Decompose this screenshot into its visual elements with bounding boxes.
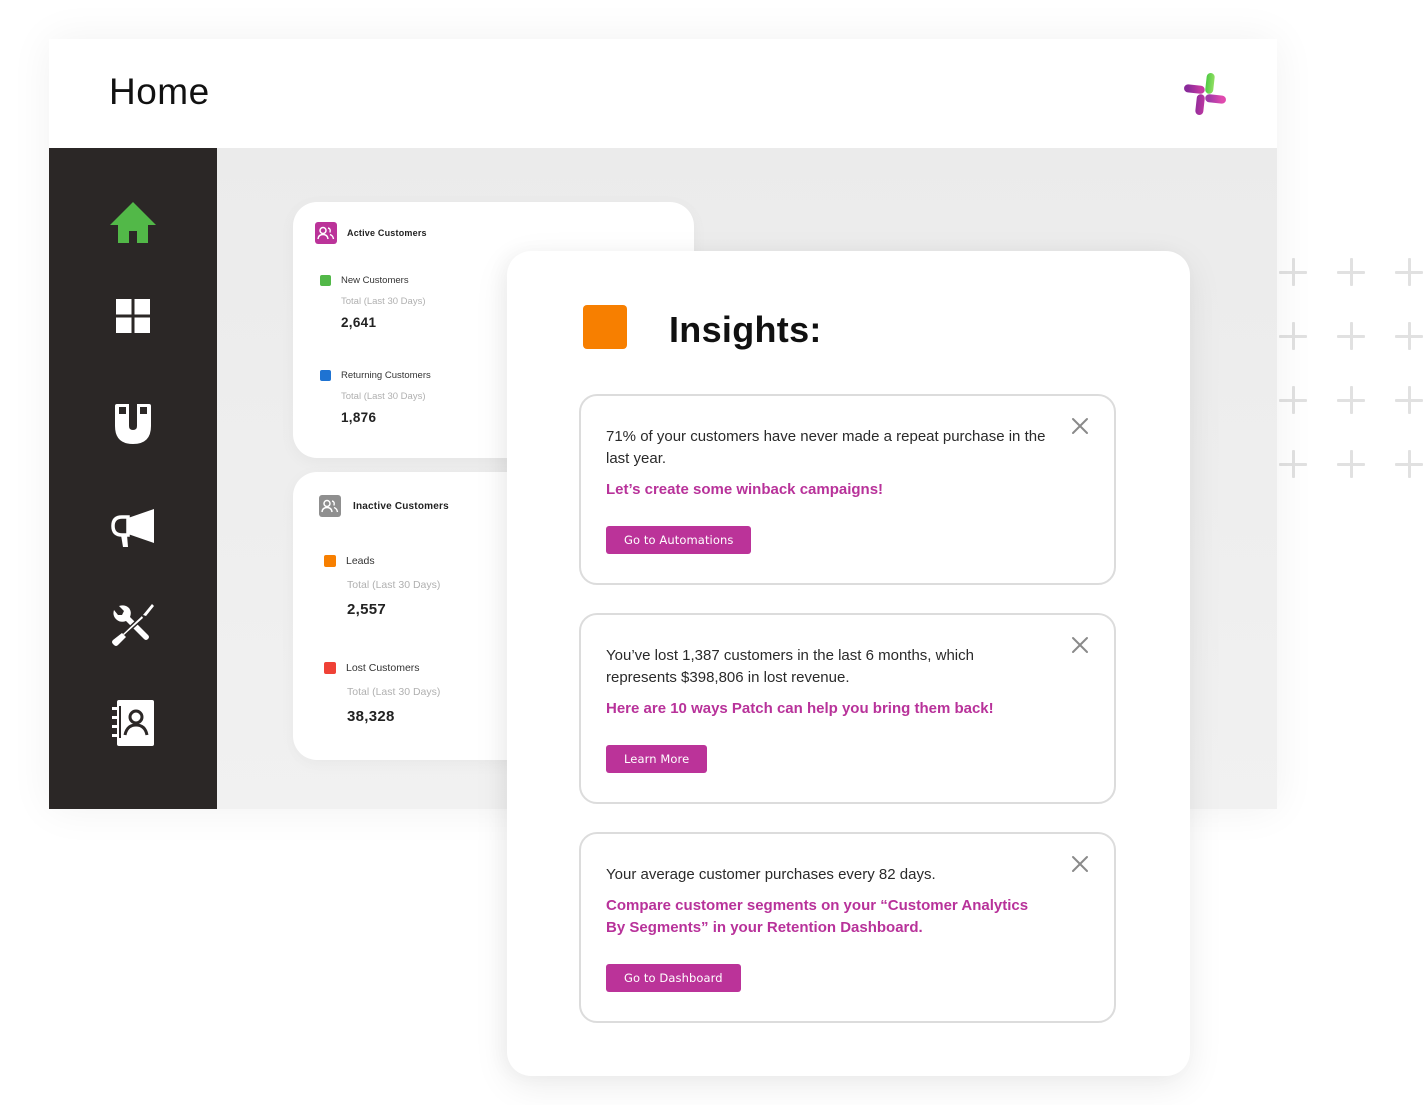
grid-icon <box>116 299 150 333</box>
plus-icon <box>1395 450 1423 478</box>
tools-icon <box>112 604 154 646</box>
plus-icon <box>1395 322 1423 350</box>
metric-name: New Customers <box>341 275 409 286</box>
users-icon <box>319 495 341 517</box>
card-header: Active Customers <box>315 222 427 244</box>
insight-card: 71% of your customers have never made a … <box>579 394 1116 585</box>
insights-panel: Insights: 71% of your customers have nev… <box>507 251 1190 1076</box>
insight-card: You’ve lost 1,387 customers in the last … <box>579 613 1116 804</box>
sidebar-item-retention[interactable] <box>108 399 158 449</box>
leads-swatch <box>324 555 336 567</box>
sidebar-item-home[interactable] <box>108 197 158 247</box>
metric-leads: Leads Total (Last 30 Days) 2,557 <box>324 555 440 618</box>
metric-period: Total (Last 30 Days) <box>347 579 441 591</box>
learn-more-button[interactable]: Learn More <box>606 745 708 773</box>
metric-period: Total (Last 30 Days) <box>341 391 426 402</box>
magnet-icon <box>115 404 151 444</box>
lost-customers-swatch <box>324 662 336 674</box>
users-icon <box>315 222 337 244</box>
metric-value: 38,328 <box>347 708 395 725</box>
card-title: Inactive Customers <box>353 500 449 512</box>
patch-logo-icon[interactable] <box>1175 64 1235 124</box>
plus-icon <box>1279 322 1307 350</box>
plus-icon <box>1395 258 1423 286</box>
card-title: Active Customers <box>347 228 427 238</box>
metric-name: Leads <box>346 555 375 567</box>
sidebar-item-contacts[interactable] <box>108 698 158 748</box>
insight-cta[interactable]: Let’s create some winback campaigns! <box>606 479 1056 501</box>
plus-icon <box>1337 258 1365 286</box>
new-customers-swatch <box>320 275 331 286</box>
insight-cta[interactable]: Compare customer segments on your “Custo… <box>606 895 1046 939</box>
plus-icon <box>1337 386 1365 414</box>
metric-period: Total (Last 30 Days) <box>347 686 441 698</box>
metric-value: 2,641 <box>341 315 377 330</box>
insight-message: Your average customer purchases every 82… <box>606 866 936 883</box>
metric-name: Returning Customers <box>341 370 431 381</box>
metric-value: 2,557 <box>347 601 387 618</box>
insights-marker-icon <box>583 305 627 349</box>
go-to-dashboard-button[interactable]: Go to Dashboard <box>606 964 741 992</box>
sidebar <box>49 148 217 809</box>
insight-cta[interactable]: Here are 10 ways Patch can help you brin… <box>606 698 1056 720</box>
insight-card: Your average customer purchases every 82… <box>579 832 1116 1023</box>
sidebar-item-dashboard[interactable] <box>108 291 158 341</box>
metric-name: Lost Customers <box>346 662 420 674</box>
plus-icon <box>1279 258 1307 286</box>
card-header: Inactive Customers <box>319 495 449 517</box>
app-header: Home <box>49 39 1277 148</box>
metric-new-customers: New Customers Total (Last 30 Days) 2,641 <box>320 275 425 330</box>
insight-message: 71% of your customers have never made a … <box>606 428 1046 467</box>
page-title: Home <box>109 71 210 112</box>
megaphone-icon <box>111 509 154 547</box>
plus-icon <box>1395 386 1423 414</box>
close-icon[interactable] <box>1070 854 1090 874</box>
returning-customers-swatch <box>320 370 331 381</box>
home-icon <box>110 202 156 243</box>
metric-returning-customers: Returning Customers Total (Last 30 Days)… <box>320 370 431 425</box>
metric-lost-customers: Lost Customers Total (Last 30 Days) 38,3… <box>324 662 440 725</box>
close-icon[interactable] <box>1070 635 1090 655</box>
metric-value: 1,876 <box>341 410 377 425</box>
contacts-book-icon <box>112 700 154 746</box>
sidebar-item-campaigns[interactable] <box>108 503 158 553</box>
close-icon[interactable] <box>1070 416 1090 436</box>
plus-icon <box>1337 450 1365 478</box>
sidebar-item-tools[interactable] <box>108 600 158 650</box>
metric-period: Total (Last 30 Days) <box>341 296 426 307</box>
go-to-automations-button[interactable]: Go to Automations <box>606 526 752 554</box>
insights-title: Insights: <box>669 309 822 350</box>
plus-icon <box>1337 322 1365 350</box>
plus-icon <box>1279 450 1307 478</box>
insight-message: You’ve lost 1,387 customers in the last … <box>606 647 974 686</box>
plus-icon <box>1279 386 1307 414</box>
